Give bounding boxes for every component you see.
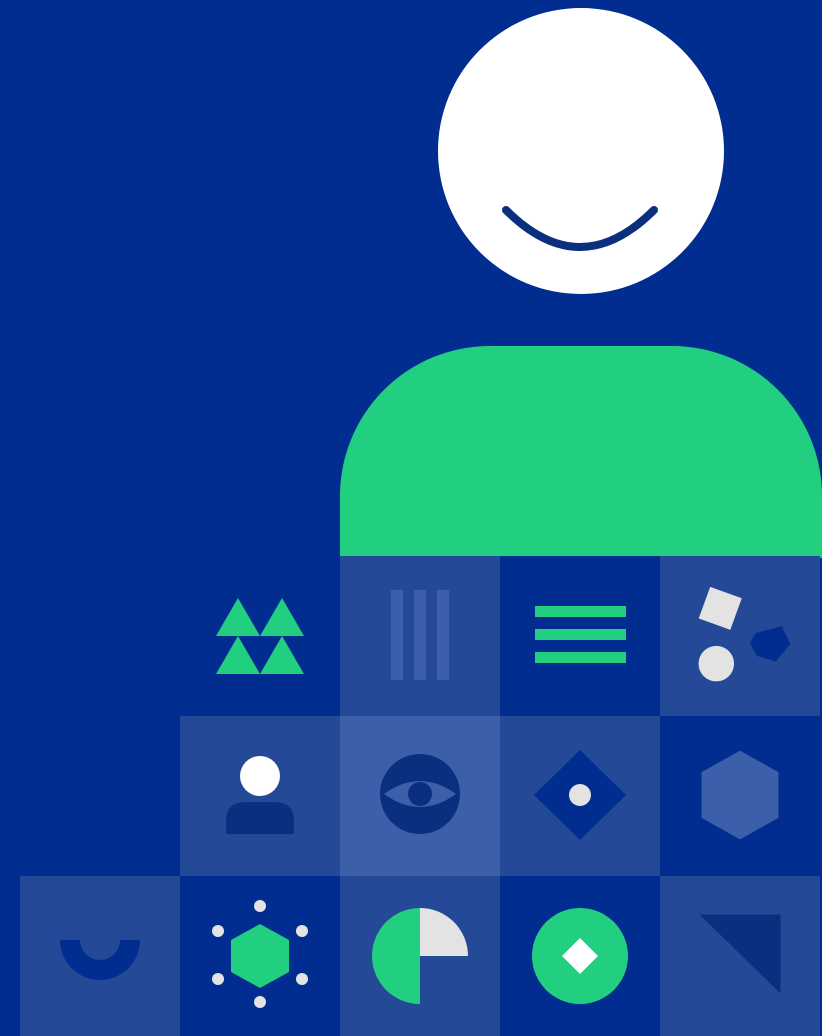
- smile-arc-icon: [60, 940, 140, 980]
- tile-hexagon: [660, 716, 820, 876]
- menu-lines-icon: [535, 606, 626, 663]
- tile-triangles: [180, 556, 340, 716]
- tile-pie-chart: [340, 876, 500, 1036]
- shapes-icon: [698, 586, 791, 682]
- illustration-canvas: [0, 0, 822, 1036]
- tile-smile-arc: [20, 876, 180, 1036]
- vertical-bars-icon: [391, 590, 449, 680]
- smile-icon: [502, 206, 658, 251]
- tile-corner-triangle: [660, 876, 820, 1036]
- tile-hexagon-network: [180, 876, 340, 1036]
- person-icon: [226, 756, 294, 834]
- tile-eye: [340, 716, 500, 876]
- diamond-icon: [534, 750, 626, 840]
- tile-shapes: [660, 556, 820, 716]
- hexagon-network-icon: [212, 900, 308, 1008]
- triangles-icon: [216, 598, 304, 674]
- corner-triangle-icon: [699, 914, 781, 994]
- pie-chart-icon: [372, 908, 468, 1004]
- tile-menu-lines: [500, 556, 660, 716]
- tile-diamond-circle: [500, 876, 660, 1036]
- eye-icon: [380, 754, 460, 834]
- tile-vertical-bars: [340, 556, 500, 716]
- diamond-circle-icon: [532, 908, 628, 1004]
- tile-diamond: [500, 716, 660, 876]
- tile-person: [180, 716, 340, 876]
- smiling-head: [438, 8, 724, 294]
- green-torso: [340, 346, 822, 558]
- hexagon-icon: [701, 750, 779, 840]
